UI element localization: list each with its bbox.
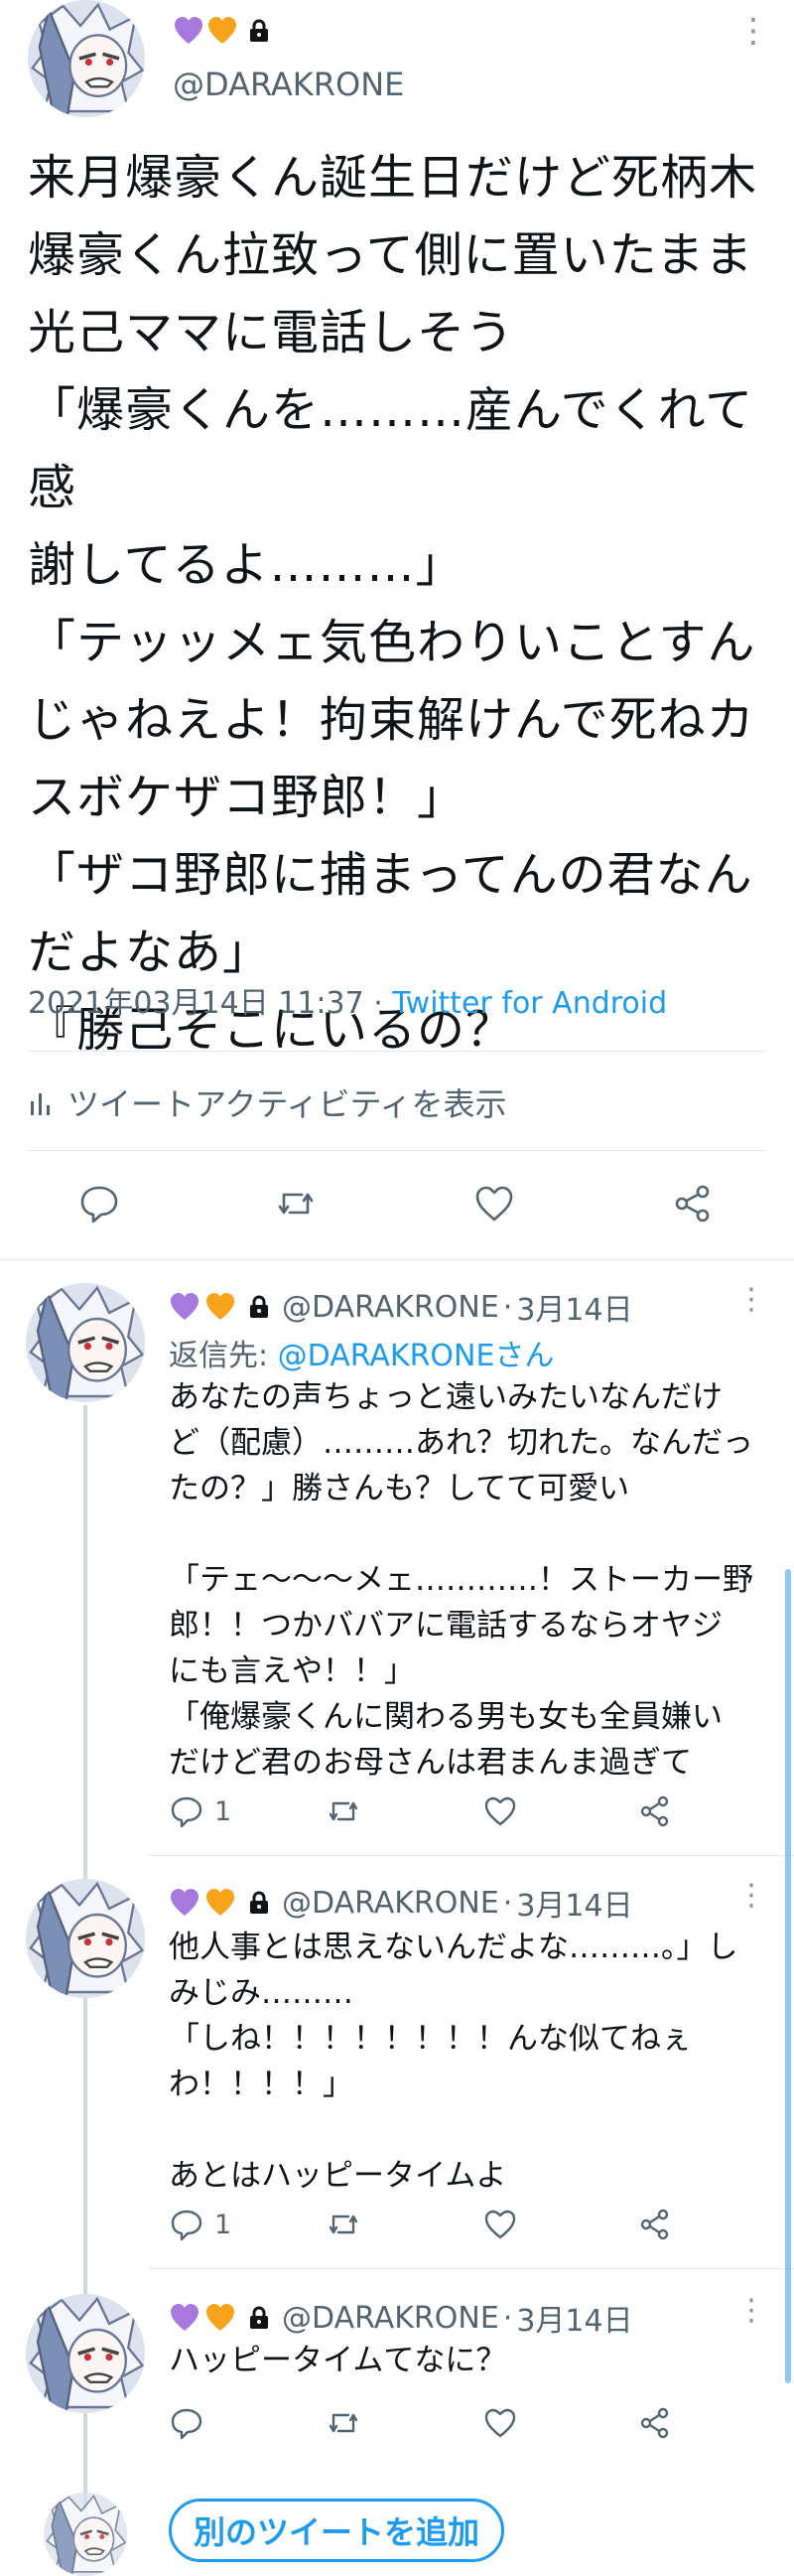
tweet-meta: 2021年03月14日 11:37 · Twitter for Android	[28, 978, 667, 1022]
retweet-button[interactable]	[326, 2405, 361, 2445]
reply-to-handle[interactable]: @DARAKRONEさん	[278, 1339, 555, 1373]
reply-count: 1	[214, 1795, 232, 1827]
retweet-button[interactable]	[326, 2207, 361, 2246]
tweet-text: 来月爆豪くん誕生日だけど死柄木 爆豪くん拉致って側に置いたまま 光己ママに電話し…	[28, 150, 758, 1058]
reply-button[interactable]	[169, 2405, 214, 2441]
reply-text: 他人事とは思えないんだよな………。」し みじみ……… 「しね！！！！！！！！んな…	[169, 1930, 738, 2194]
like-button[interactable]	[472, 1182, 516, 1229]
meta-separator: ·	[502, 2300, 513, 2336]
more-options-icon[interactable]: ⋮	[736, 1285, 766, 1315]
reply-date[interactable]: 3月14日	[516, 2296, 632, 2340]
purple-heart-icon	[173, 15, 204, 47]
divider	[28, 1051, 766, 1052]
divider	[149, 2268, 794, 2269]
activity-chart-icon	[31, 1093, 50, 1115]
purple-heart-icon	[169, 2302, 200, 2334]
share-icon	[675, 1185, 710, 1222]
user-handle[interactable]: @DARAKRONE	[282, 2301, 499, 2336]
reply-count: 1	[214, 2209, 232, 2240]
retweet-icon	[329, 2413, 358, 2433]
avatar[interactable]	[26, 1283, 145, 1402]
activity-label: ツイートアクティビティを表示	[67, 1085, 507, 1123]
retweet-button[interactable]	[274, 1182, 318, 1229]
retweet-icon	[329, 1801, 358, 1821]
purple-heart-icon	[169, 1887, 200, 1919]
reply-header: @DARAKRONE · 3月14日	[169, 2296, 633, 2340]
like-button[interactable]	[482, 2207, 518, 2246]
reply-icon	[171, 2408, 202, 2440]
lock-icon	[248, 19, 270, 43]
divider	[149, 1855, 794, 1856]
meta-separator: ·	[363, 986, 393, 1021]
orange-heart-icon	[204, 1887, 236, 1919]
heart-icon	[484, 2408, 516, 2438]
tweet-activity-link[interactable]: ツイートアクティビティを表示	[28, 1079, 507, 1125]
reply-icon	[80, 1186, 118, 1223]
orange-heart-icon	[206, 15, 238, 47]
display-name[interactable]	[173, 12, 270, 50]
heart-icon	[484, 2210, 516, 2239]
avatar[interactable]	[26, 2294, 145, 2413]
orange-heart-icon	[204, 2302, 236, 2334]
user-handle[interactable]: @DARAKRONE	[282, 1290, 499, 1325]
share-button[interactable]	[637, 2405, 673, 2445]
reply-to: 返信先: @DARAKRONEさん	[169, 1331, 554, 1374]
scrollbar[interactable]	[785, 1569, 791, 2383]
reply-text: あなたの声ちょっと遠いみたいなんだけ ど（配慮）………あれ？切れた。なんだっ た…	[169, 1379, 753, 1781]
retweet-icon	[329, 2215, 358, 2234]
reply-header: @DARAKRONE · 3月14日	[169, 1881, 633, 1925]
tweet-timestamp[interactable]: 2021年03月14日 11:37	[28, 986, 364, 1021]
lock-icon	[248, 1891, 270, 1915]
reply-date[interactable]: 3月14日	[516, 1285, 632, 1329]
lock-icon	[248, 1295, 270, 1319]
avatar[interactable]	[26, 1879, 145, 1998]
share-button[interactable]	[671, 1182, 715, 1229]
tweet-client-link[interactable]: Twitter for Android	[392, 986, 667, 1021]
reply-icon	[171, 2210, 202, 2241]
reply-icon	[171, 1796, 202, 1828]
avatar	[44, 2493, 127, 2576]
reply-header: @DARAKRONE · 3月14日	[169, 1285, 633, 1329]
share-button[interactable]	[637, 2207, 673, 2246]
reply-button[interactable]: 1	[169, 2207, 231, 2242]
like-button[interactable]	[482, 2405, 518, 2445]
like-button[interactable]	[482, 1793, 518, 1833]
more-options-icon[interactable]: ⋮	[736, 1881, 766, 1911]
retweet-button[interactable]	[326, 1793, 361, 1833]
share-icon	[640, 1795, 669, 1827]
purple-heart-icon	[169, 1291, 200, 1323]
meta-separator: ·	[502, 1885, 513, 1921]
share-icon	[640, 2209, 669, 2240]
divider	[0, 1259, 794, 1260]
meta-separator: ·	[502, 1289, 513, 1325]
more-options-icon[interactable]: ⋮	[736, 14, 770, 48]
lock-icon	[248, 2306, 270, 2330]
share-icon	[640, 2407, 669, 2439]
add-tweet-button[interactable]: 別のツイートを追加	[169, 2499, 505, 2562]
divider	[28, 1150, 766, 1151]
heart-icon	[475, 1186, 513, 1221]
reply-button[interactable]: 1	[169, 1793, 231, 1829]
more-options-icon[interactable]: ⋮	[736, 2296, 766, 2326]
avatar[interactable]	[28, 0, 145, 117]
share-button[interactable]	[637, 1793, 673, 1833]
retweet-icon	[278, 1193, 314, 1215]
reply-button[interactable]	[77, 1182, 121, 1229]
reply-to-label: 返信先:	[169, 1339, 278, 1373]
user-handle[interactable]: @DARAKRONE	[282, 1886, 499, 1921]
reply-text: ハッピータイムてなに？	[169, 2343, 507, 2378]
heart-icon	[484, 1796, 516, 1826]
user-handle[interactable]: @DARAKRONE	[173, 66, 404, 103]
reply-date[interactable]: 3月14日	[516, 1881, 632, 1925]
orange-heart-icon	[204, 1291, 236, 1323]
